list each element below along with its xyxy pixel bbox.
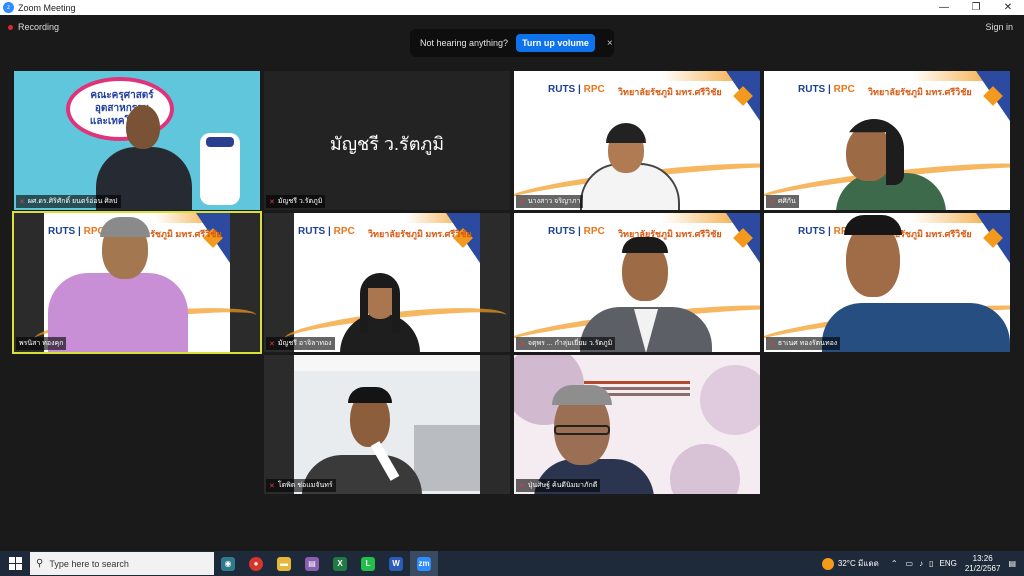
participant-name-label: ✕ โตพิต ช่อแมจันทร์	[266, 479, 336, 492]
app-icon[interactable]: ▤	[298, 551, 326, 576]
file-explorer-icon[interactable]: ▬	[270, 551, 298, 576]
zoom-taskbar-icon[interactable]: zm	[410, 551, 438, 576]
task-view-icon[interactable]: ◉	[214, 551, 242, 576]
faculty-line-1: คณะครุศาสตร์	[90, 90, 154, 101]
battery-icon[interactable]: ▯	[929, 559, 933, 568]
zoom-app-icon: z	[3, 2, 14, 13]
participant-name-label: ✕ มัญชรี อาจิลาทอง	[266, 337, 335, 350]
mic-muted-icon: ✕	[19, 198, 25, 206]
sign-in-link[interactable]: Sign in	[985, 22, 1013, 32]
video-tile-8[interactable]: RUTS | RPC วิทยาลัยรัชภูมิ มทร.ศรีวิชัย …	[764, 213, 1010, 352]
video-tile-1[interactable]: คณะครุศาสตร์ อุตสาหกรรม และเทคโนโลยี ✕ ผ…	[14, 71, 260, 210]
recording-indicator[interactable]: Recording	[8, 22, 59, 32]
chrome-icon[interactable]: ●	[242, 551, 270, 576]
chevron-up-icon[interactable]: ⌃	[891, 559, 898, 568]
participant-center-name: มัญชรี ว.รัตภูมิ	[329, 134, 445, 154]
weather-widget[interactable]: 32°C มีแดด	[821, 557, 879, 570]
participant-name-label: ✕ ผศ.ดร.ศิริศักดิ์ ยนตร์อ่อน ศิลป	[16, 195, 121, 208]
weather-text: 32°C มีแดด	[837, 559, 879, 568]
windows-taskbar: ⚲ Type here to search ◉ ● ▬ ▤ X L W zm 3…	[0, 551, 1024, 576]
volume-banner-message: Not hearing anything?	[420, 38, 509, 48]
taskbar-clock[interactable]: 13:26 21/2/2567	[965, 554, 1001, 574]
participant-name-label: ✕ จตุพร ... กำลุ่มเยี่ยม ว.รัตภูมิ	[516, 337, 616, 350]
college-name: วิทยาลัยรัชภูมิ มทร.ศรีวิชัย	[618, 87, 722, 97]
word-icon[interactable]: W	[382, 551, 410, 576]
restore-button[interactable]: ❐	[960, 0, 992, 15]
college-name: วิทยาลัยรัชภูมิ มทร.ศรีวิชัย	[368, 229, 472, 239]
line-icon[interactable]: L	[354, 551, 382, 576]
recording-label: Recording	[18, 22, 60, 32]
participant-name-label: ✕ ปุ่นศิษฐ์ ค้นดีนิมมาภักดี	[516, 479, 601, 492]
minimize-button[interactable]: —	[928, 0, 960, 15]
college-name: วิทยาลัยรัชภูมิ มทร.ศรีวิชัย	[868, 87, 972, 97]
clock-date: 21/2/2567	[964, 563, 1001, 573]
video-tile-4[interactable]: RUTS | RPC วิทยาลัยรัชภูมิ มทร.ศรีวิชัย …	[764, 71, 1010, 210]
mic-muted-icon: ✕	[269, 340, 275, 348]
rpc-logo: RUTS | RPC	[548, 226, 605, 237]
banner-close-icon[interactable]: ×	[607, 38, 613, 49]
video-tile-10[interactable]: ✕ ปุ่นศิษฐ์ ค้นดีนิมมาภักดี	[514, 355, 760, 494]
notification-icon[interactable]: ▤	[1008, 559, 1016, 568]
video-tile-5-active-speaker[interactable]: RUTS | RPC วิทยาลัยรัชภูมิ มทร.ศรีวิชัย …	[12, 211, 262, 354]
close-button[interactable]: ✕	[992, 0, 1024, 15]
start-button[interactable]	[0, 551, 30, 576]
mic-muted-icon: ✕	[519, 340, 525, 348]
window-title: Zoom Meeting	[18, 2, 76, 13]
network-icon[interactable]: ▭	[906, 559, 914, 568]
mic-muted-icon: ✕	[769, 340, 775, 348]
system-tray: 32°C มีแดด ⌃ ▭ ♪ ▯ ENG 13:26 21/2/2567 ▤	[821, 551, 1024, 576]
window-titlebar: z Zoom Meeting — ❐ ✕	[0, 0, 1024, 15]
rpc-logo: RUTS | RPC	[298, 226, 355, 237]
video-tile-9[interactable]: ✕ โตพิต ช่อแมจันทร์	[264, 355, 510, 494]
meeting-topbar: Recording Not hearing anything? Turn up …	[0, 15, 1024, 57]
volume-banner: Not hearing anything? Turn up volume ×	[410, 29, 614, 57]
windows-logo-icon	[8, 557, 22, 570]
mic-muted-icon: ✕	[769, 198, 775, 206]
mic-muted-icon: ✕	[519, 482, 525, 490]
rpc-logo: RUTS | RPC	[798, 84, 855, 95]
rpc-logo: RUTS | RPC	[48, 226, 105, 237]
search-icon: ⚲	[36, 558, 44, 569]
mic-muted-icon: ✕	[269, 198, 275, 206]
participant-name-label: ✕ ศศิกัน	[766, 195, 799, 208]
video-tile-6[interactable]: RUTS | RPC วิทยาลัยรัชภูมิ มทร.ศรีวิชัย …	[264, 213, 510, 352]
search-placeholder: Type here to search	[49, 558, 129, 569]
faculty-line-2: อุตสาหกรรม	[94, 103, 150, 114]
taskbar-search-box[interactable]: ⚲ Type here to search	[30, 552, 214, 575]
clock-time: 13:26	[972, 553, 993, 563]
rpc-logo: RUTS | RPC	[548, 84, 605, 95]
video-tile-3[interactable]: RUTS | RPC วิทยาลัยรัชภูมิ มทร.ศรีวิชัย …	[514, 71, 760, 210]
language-indicator[interactable]: ENG	[940, 559, 957, 568]
excel-icon[interactable]: X	[326, 551, 354, 576]
participant-name-label: ✕ มัญชรี ว.รัตภูมิ	[266, 195, 326, 208]
video-tile-7[interactable]: RUTS | RPC วิทยาลัยรัชภูมิ มทร.ศรีวิชัย …	[514, 213, 760, 352]
turn-up-volume-button[interactable]: Turn up volume	[516, 34, 595, 52]
participant-name-label: ✕ นางสาว จริญาภา	[516, 195, 584, 208]
mic-muted-icon: ✕	[519, 198, 525, 206]
sun-icon	[821, 557, 834, 570]
participant-name-label: พรนิสา ทองคุก	[16, 337, 67, 350]
speaker-icon[interactable]: ♪	[919, 559, 923, 568]
mic-muted-icon: ✕	[269, 482, 275, 490]
video-tile-2[interactable]: มัญชรี ว.รัตภูมิ ✕ มัญชรี ว.รัตภูมิ	[264, 71, 510, 210]
record-dot-icon	[8, 24, 13, 30]
participant-name-label: ✕ ธาเนศ ทองรัตนทอง	[766, 337, 841, 350]
